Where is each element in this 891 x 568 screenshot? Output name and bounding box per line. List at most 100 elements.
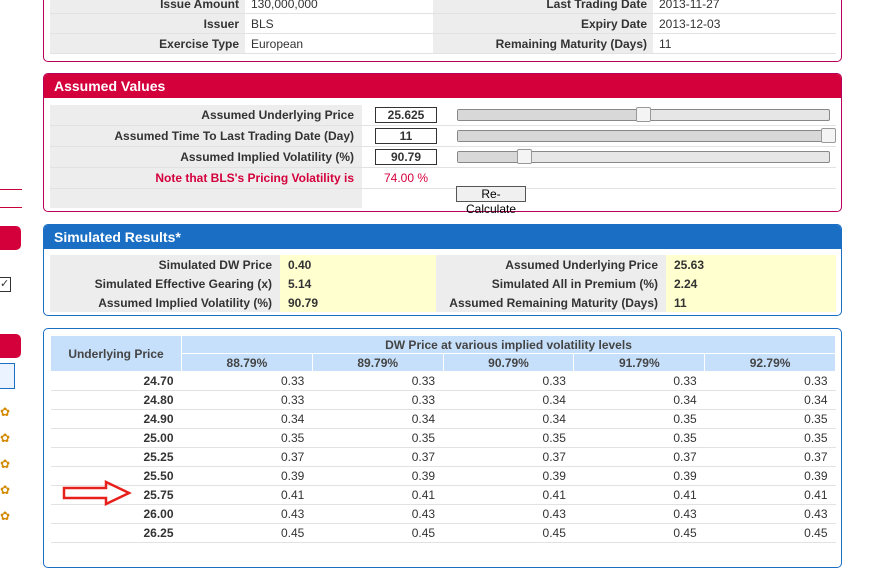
left-panel-tab[interactable] xyxy=(0,363,15,389)
table-row: 26.00 0.43 0.43 0.43 0.43 0.43 xyxy=(50,504,836,524)
dw-price-cell: 0.41 xyxy=(704,485,836,505)
table-row: 24.80 0.33 0.33 0.34 0.34 0.34 xyxy=(50,390,836,410)
assumed-underlying-input[interactable]: 25.625 xyxy=(375,107,437,123)
dw-price-cell: 0.35 xyxy=(704,428,836,448)
warrant-info-table: Issue Amount 130,000,000 Last Trading Da… xyxy=(50,0,836,54)
left-panel-icons: ✿ ✿ ✿ ✿ ✿ xyxy=(0,405,10,535)
dw-price-cell: 0.34 xyxy=(443,409,574,429)
time-slider[interactable] xyxy=(457,128,836,143)
assumed-time-input[interactable]: 11 xyxy=(375,128,437,144)
dw-price-cell: 0.37 xyxy=(312,447,444,467)
slider-handle[interactable] xyxy=(516,149,532,164)
info-value: BLS xyxy=(245,13,433,34)
assumed-time-row: Assumed Time To Last Trading Date (Day) … xyxy=(50,126,836,146)
warrant-info-panel: Issue Amount 130,000,000 Last Trading Da… xyxy=(43,0,842,62)
dw-price-cell: 0.43 xyxy=(181,504,313,524)
underlying-price-slider[interactable] xyxy=(457,107,830,122)
price-matrix-body: 24.70 0.33 0.33 0.33 0.33 0.33 24.80 0.33 0.33 0.… xyxy=(50,371,836,543)
price-matrix-panel: Underlying Price DW Price at various imp… xyxy=(43,328,842,568)
slider-handle[interactable] xyxy=(635,107,651,122)
underlying-price-cell: 25.25 xyxy=(50,447,182,467)
star-icon[interactable]: ✿ xyxy=(0,509,10,523)
dw-price-cell: 0.33 xyxy=(181,371,313,391)
assumed-values-header: Assumed Values xyxy=(44,74,841,98)
dw-price-cell: 0.43 xyxy=(443,504,574,524)
info-value: 2013-11-27 xyxy=(653,0,836,14)
underlying-price-cell: 26.00 xyxy=(50,504,182,524)
assumed-time-label: Assumed Time To Last Trading Date (Day) xyxy=(50,126,362,146)
underlying-price-cell: 24.70 xyxy=(50,371,182,391)
info-label: Issuer xyxy=(50,13,245,34)
sim-value: 90.79 xyxy=(280,293,436,312)
red-arrow-icon xyxy=(62,480,132,506)
sim-label: Assumed Implied Volatility (%) xyxy=(50,293,280,312)
dw-price-cell: 0.45 xyxy=(704,523,836,543)
table-row: 25.75 0.41 0.41 0.41 0.41 0.41 xyxy=(50,485,836,505)
volatility-column-header: 88.79% xyxy=(181,353,313,372)
volatility-column-header: 91.79% xyxy=(573,353,706,372)
dw-price-cell: 0.41 xyxy=(443,485,574,505)
underlying-price-cell: 26.25 xyxy=(50,523,182,543)
dw-price-cell: 0.33 xyxy=(704,371,836,391)
slider-handle[interactable] xyxy=(821,128,836,143)
dw-price-cell: 0.37 xyxy=(573,447,705,467)
table-row: 25.25 0.37 0.37 0.37 0.37 0.37 xyxy=(50,447,836,467)
dw-price-cell: 0.34 xyxy=(443,390,574,410)
dw-price-cell: 0.33 xyxy=(573,371,705,391)
info-value: 130,000,000 xyxy=(245,0,433,14)
dw-price-cell: 0.39 xyxy=(704,466,836,486)
dw-price-cell: 0.35 xyxy=(443,428,574,448)
slider-fill xyxy=(458,131,829,141)
sim-row: Simulated DW Price 0.40 Assumed Underlyi… xyxy=(50,255,836,274)
slider-fill xyxy=(458,110,644,120)
dw-price-cell: 0.35 xyxy=(573,428,705,448)
star-icon[interactable]: ✿ xyxy=(0,431,10,445)
dw-price-cell: 0.33 xyxy=(181,390,313,410)
checkbox-icon[interactable]: ✓ xyxy=(0,277,11,292)
dw-price-cell: 0.34 xyxy=(573,390,705,410)
star-icon[interactable]: ✿ xyxy=(0,483,10,497)
dw-price-cell: 0.33 xyxy=(443,371,574,391)
sim-label: Assumed Underlying Price xyxy=(436,255,666,274)
simulated-results-header: Simulated Results* xyxy=(44,225,841,249)
dw-price-cell: 0.34 xyxy=(181,409,313,429)
info-row: Issue Amount 130,000,000 Last Trading Da… xyxy=(50,0,836,14)
dw-price-cell: 0.34 xyxy=(312,409,444,429)
dw-price-cell: 0.37 xyxy=(443,447,574,467)
dw-price-cell: 0.39 xyxy=(181,466,313,486)
recalculate-button[interactable]: Re-Calculate xyxy=(456,186,526,216)
volatility-column-header: 90.79% xyxy=(442,353,575,372)
dw-price-cell: 0.33 xyxy=(312,371,444,391)
assumed-values-panel: Assumed Values Assumed Underlying Price … xyxy=(43,73,842,212)
left-panel-edge xyxy=(0,189,22,190)
simulated-results-table: Simulated DW Price 0.40 Assumed Underlyi… xyxy=(50,255,836,312)
volatility-column-header: 89.79% xyxy=(311,353,444,372)
simulated-results-panel: Simulated Results* Simulated DW Price 0.… xyxy=(43,224,842,316)
table-row: 26.25 0.45 0.45 0.45 0.45 0.45 xyxy=(50,523,836,543)
star-icon[interactable]: ✿ xyxy=(0,457,10,471)
recalc-row-label xyxy=(50,189,362,208)
info-value: 2013-12-03 xyxy=(653,13,836,34)
dw-price-cell: 0.37 xyxy=(704,447,836,467)
table-row: 25.50 0.39 0.39 0.39 0.39 0.39 xyxy=(50,466,836,486)
dw-price-cell: 0.45 xyxy=(443,523,574,543)
price-matrix-table: Underlying Price DW Price at various imp… xyxy=(50,335,836,543)
dw-price-cell: 0.41 xyxy=(181,485,313,505)
info-label: Last Trading Date xyxy=(433,0,653,14)
dw-price-cell: 0.41 xyxy=(573,485,705,505)
info-label: Issue Amount xyxy=(50,0,245,14)
volatility-slider[interactable] xyxy=(457,149,830,164)
assumed-vol-input[interactable]: 90.79 xyxy=(375,149,437,165)
dw-price-cell: 0.43 xyxy=(312,504,444,524)
sim-label: Simulated DW Price xyxy=(50,255,280,274)
info-label: Expiry Date xyxy=(433,13,653,34)
star-icon[interactable]: ✿ xyxy=(0,405,10,419)
pricing-vol-note-row: Note that BLS's Pricing Volatility is 74… xyxy=(50,168,836,188)
dw-price-cell: 0.35 xyxy=(573,409,705,429)
sim-label: Simulated All in Premium (%) xyxy=(436,274,666,293)
dw-price-cell: 0.35 xyxy=(312,428,444,448)
sim-value: 5.14 xyxy=(280,274,436,293)
dw-price-cell: 0.35 xyxy=(181,428,313,448)
dw-price-cell: 0.43 xyxy=(573,504,705,524)
assumed-vol-label: Assumed Implied Volatility (%) xyxy=(50,147,362,167)
